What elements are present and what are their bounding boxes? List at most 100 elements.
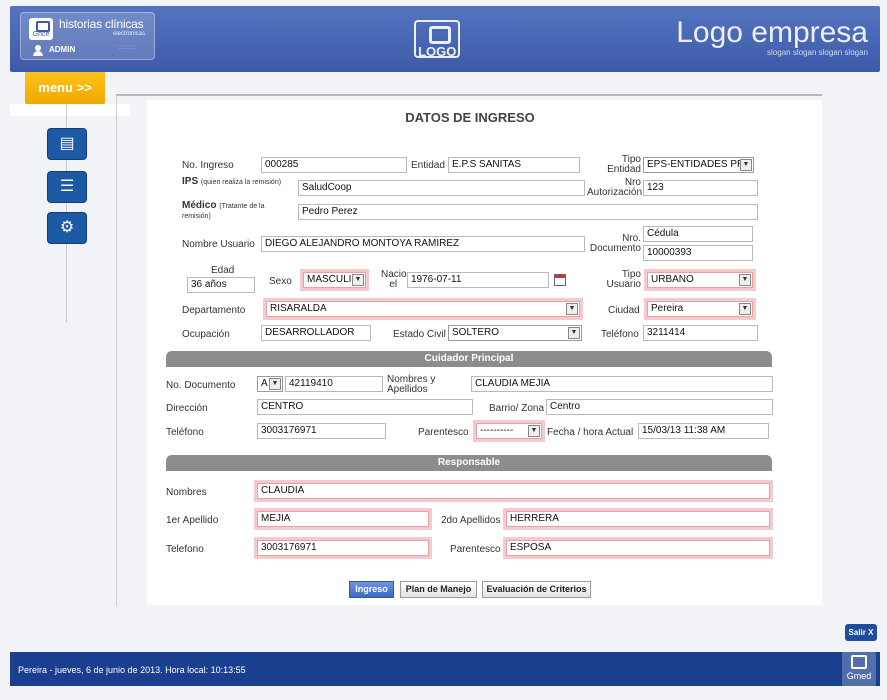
cuidador-direccion-field[interactable]: CENTRO <box>257 399 473 415</box>
cuidador-telefono-field[interactable]: 3003176971 <box>257 423 386 439</box>
estado-civil-select[interactable]: SOLTERO ▼ <box>448 325 582 341</box>
nro-autorizacion-label: Nro Autorización <box>587 177 643 198</box>
nro-documento-label: Nro. Documento <box>589 233 641 254</box>
medico-field[interactable]: Pedro Perez <box>298 204 758 220</box>
app-badge[interactable]: Ghce historias clínicas electrónicas ADM… <box>20 12 155 60</box>
entidad-field[interactable]: E.P.S SANITAS <box>448 157 580 173</box>
cuidador-nombres-label: Nombres y Apellidos <box>387 374 436 395</box>
top-header: Ghce historias clínicas electrónicas ADM… <box>10 6 880 72</box>
ips-field[interactable]: SaludCoop <box>298 180 585 196</box>
tipo-entidad-label: Tipo Entidad <box>607 154 641 175</box>
responsable-telefono-label: Telefono <box>166 544 204 555</box>
chevron-down-icon: ▼ <box>352 274 364 286</box>
departamento-label: Departamento <box>182 305 246 316</box>
tab-ingreso[interactable]: Ingreso <box>349 581 394 598</box>
user-name: ADMIN <box>49 45 76 54</box>
ips-label: IPS (quien realiza la remisión) <box>182 176 282 187</box>
chevron-down-icon: ▼ <box>528 425 540 437</box>
cuidador-barrio-field[interactable]: Centro <box>546 399 773 415</box>
chevron-down-icon: ▼ <box>740 159 752 171</box>
fecha-nacimiento-field[interactable]: 1976-07-11 <box>407 272 549 288</box>
nacio-label: Nacio el <box>381 269 407 290</box>
app-subtitle: electrónicas <box>113 31 146 37</box>
tipo-usuario-value: URBANO <box>651 274 694 285</box>
app-logo-text: Ghce <box>32 31 50 38</box>
responsable-nombres-label: Nombres <box>166 487 207 498</box>
brand: LOGO Logo empresa slogan slogan slogan s… <box>414 14 868 59</box>
nombre-usuario-label: Nombre Usuario <box>182 239 255 250</box>
app-name: historias clínicas <box>59 17 144 31</box>
departamento-value: RISARALDA <box>270 303 327 314</box>
responsable-nombres-field[interactable]: CLAUDIA <box>257 483 770 499</box>
chevron-down-icon: ▼ <box>269 378 281 390</box>
cuidador-parentesco-select[interactable]: ---------- ▼ <box>476 423 542 439</box>
tipo-documento-field[interactable]: Cédula <box>643 226 753 242</box>
cuidador-no-documento-field[interactable]: 42119410 <box>285 376 383 392</box>
salir-button[interactable]: Salir X <box>845 624 877 641</box>
no-ingreso-field[interactable]: 000285 <box>261 157 407 173</box>
no-ingreso-label: No. Ingreso <box>182 160 234 171</box>
brand-logo-text: LOGO <box>418 44 457 59</box>
chevron-down-icon: ▼ <box>566 303 578 315</box>
tipo-usuario-select[interactable]: URBANO ▼ <box>647 272 753 288</box>
ocupacion-label: Ocupación <box>182 329 230 340</box>
chevron-down-icon: ▼ <box>739 303 751 315</box>
ocupacion-field[interactable]: DESARROLLADOR <box>261 325 371 341</box>
tab-evaluacion-de-criterios[interactable]: Evaluación de Criterios <box>482 581 591 598</box>
responsable-telefono-field[interactable]: 3003176971 <box>257 540 429 556</box>
cuidador-no-documento-label: No. Documento <box>166 380 236 391</box>
app-logo-icon: Ghce <box>29 18 53 40</box>
gear-icon[interactable]: ⚙ <box>47 212 87 244</box>
brand-slogan: slogan slogan slogan slogan <box>767 48 868 57</box>
telefono-label: Teléfono <box>601 329 639 340</box>
responsable-parentesco-field[interactable]: ESPOSA <box>506 540 770 556</box>
edad-field[interactable]: 36 años <box>187 277 255 293</box>
cuidador-fecha-label: Fecha / hora Actual <box>547 427 634 438</box>
ciudad-value: Pereira <box>651 303 684 314</box>
form-panel: DATOS DE INGRESO No. Ingreso 000285 Enti… <box>147 100 822 605</box>
ciudad-select[interactable]: Pereira ▼ <box>647 301 753 317</box>
responsable-apellido1-field[interactable]: MEJIA <box>257 511 429 527</box>
chevron-down-icon: ▼ <box>568 327 580 339</box>
nro-autorizacion-field[interactable]: 123 <box>643 180 758 196</box>
sexo-value: MASCULIN <box>307 274 359 285</box>
cuidador-parentesco-value: ---------- <box>480 425 514 436</box>
responsable-section-header: Responsable <box>166 455 772 471</box>
telefono-field[interactable]: 3211414 <box>643 325 758 341</box>
nro-documento-field[interactable]: 10000393 <box>643 245 753 261</box>
sexo-label: Sexo <box>269 276 292 287</box>
nombre-usuario-field[interactable]: DIEGO ALEJANDRO MONTOYA RAMIREZ <box>261 236 585 252</box>
cuidador-section-header: Cuidador Principal <box>166 351 772 367</box>
cuidador-parentesco-label: Parentesco <box>418 427 469 438</box>
cuidador-fecha-field[interactable]: 15/03/13 11:38 AM <box>638 423 769 439</box>
ciudad-label: Ciudad <box>608 305 640 316</box>
tipo-entidad-value: EPS-ENTIDADES PR <box>647 159 745 170</box>
responsable-apellido2-label: 2do Apellidos <box>441 515 501 526</box>
responsable-apellido2-field[interactable]: HERRERA <box>506 511 770 527</box>
estado-civil-label: Estado Civil <box>393 329 446 340</box>
menu-divider <box>10 104 130 116</box>
tipo-usuario-label: Tipo Usuario <box>606 269 641 290</box>
departamento-select[interactable]: RISARALDA ▼ <box>266 301 580 317</box>
clipboard-icon[interactable]: ☰ <box>47 171 87 203</box>
decorative-dots: :::::: <box>119 45 136 51</box>
menu-button[interactable]: menu >> <box>25 72 105 104</box>
brand-logo-icon: LOGO <box>414 20 461 59</box>
gmed-logo-text: Gmed <box>846 671 872 681</box>
chevron-down-icon: ▼ <box>739 274 751 286</box>
cuidador-barrio-label: Barrio/ Zona <box>489 403 545 414</box>
estado-civil-value: SOLTERO <box>452 327 500 338</box>
documents-icon[interactable]: ▤ <box>47 128 87 160</box>
brand-name: Logo empresa <box>676 16 868 49</box>
calendar-icon[interactable] <box>554 274 566 286</box>
tab-plan-de-manejo[interactable]: Plan de Manejo <box>400 581 477 598</box>
entidad-label: Entidad <box>411 160 445 171</box>
cuidador-nombres-field[interactable]: CLAUDIA MEJIA <box>471 376 773 392</box>
sexo-select[interactable]: MASCULIN ▼ <box>303 272 366 288</box>
footer-status: Pereira - jueves, 6 de junio de 2013. Ho… <box>18 665 246 675</box>
footer: Pereira - jueves, 6 de junio de 2013. Ho… <box>10 652 880 686</box>
page-title: DATOS DE INGRESO <box>405 110 535 125</box>
edad-label: Edad <box>211 265 235 276</box>
tipo-entidad-select[interactable]: EPS-ENTIDADES PR ▼ <box>643 157 754 173</box>
cuidador-tipo-doc-select[interactable]: A ▼ <box>257 376 283 392</box>
